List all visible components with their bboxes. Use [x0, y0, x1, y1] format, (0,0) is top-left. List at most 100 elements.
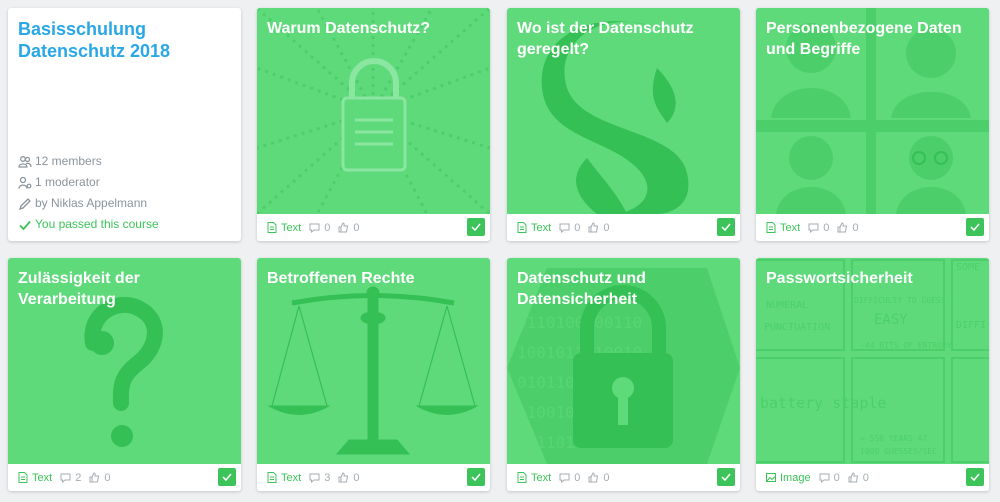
svg-text:0110100100110: 0110100100110: [517, 313, 642, 332]
document-icon: [18, 472, 28, 483]
comment-icon: [309, 473, 320, 483]
comment-stat[interactable]: 0: [559, 222, 580, 234]
course-info-card[interactable]: Basisschulung Datenschutz 2018 12 member…: [8, 8, 241, 241]
chapter-cover: Personenbezogene Daten und Begriffe: [756, 8, 989, 214]
chapter-card[interactable]: Betroffenen Rechte Text 3 0: [257, 258, 490, 491]
comment-count: 2: [75, 471, 82, 484]
image-icon: [766, 473, 776, 482]
chapter-card[interactable]: Zulässigkeit der Verarbeitung Text 2 0: [8, 258, 241, 491]
document-icon: [766, 222, 776, 233]
comment-icon: [309, 223, 320, 233]
chapter-card[interactable]: Warum Datenschutz? Text 0 0: [257, 8, 490, 241]
chapter-footer: Text 0 0: [507, 464, 740, 491]
completed-check-icon: [966, 218, 984, 236]
like-stat[interactable]: 0: [89, 472, 110, 484]
comment-count: 0: [823, 221, 830, 234]
chapter-title[interactable]: Wo ist der Datenschutz geregelt?: [517, 18, 732, 60]
comment-stat[interactable]: 3: [309, 472, 330, 484]
members-icon: [18, 155, 32, 168]
like-stat[interactable]: 0: [837, 222, 858, 234]
completed-check-icon: [966, 468, 984, 486]
chapter-footer: Image 0 0: [756, 464, 989, 491]
chapter-cover: Wo ist der Datenschutz geregelt?: [507, 8, 740, 214]
document-icon: [517, 222, 527, 233]
chapter-card[interactable]: NUMERAL PUNCTUATION DIFFICULTY TO GUESS:…: [756, 258, 989, 491]
course-title[interactable]: Basisschulung Datenschutz 2018: [18, 18, 218, 62]
chapter-title[interactable]: Zulässigkeit der Verarbeitung: [18, 268, 233, 310]
chapter-type-label: Text: [281, 471, 302, 484]
completed-check-icon: [717, 468, 735, 486]
moderator-count: 1 moderator: [35, 175, 100, 189]
like-count: 0: [104, 471, 111, 484]
chapter-type: Text: [267, 222, 301, 234]
comic-text: 1000 GUESSES/SEC: [860, 447, 937, 456]
document-icon: [517, 472, 527, 483]
comment-icon: [819, 473, 830, 483]
completed-check-icon: [717, 218, 735, 236]
chapter-cover: Zulässigkeit der Verarbeitung: [8, 258, 241, 464]
like-stat[interactable]: 0: [338, 222, 359, 234]
comment-stat[interactable]: 0: [819, 472, 840, 484]
members-count: 12 members: [35, 154, 102, 168]
chapter-footer: Text 0 0: [257, 214, 490, 241]
like-stat[interactable]: 0: [588, 472, 609, 484]
thumbs-up-icon: [338, 472, 349, 483]
chapter-footer: Text 3 0: [257, 464, 490, 491]
thumbs-up-icon: [89, 472, 100, 483]
comic-text: EASY: [874, 312, 908, 328]
comment-count: 0: [833, 471, 840, 484]
like-count: 0: [603, 221, 610, 234]
chapter-type: Image: [766, 472, 811, 484]
chapter-card[interactable]: Wo ist der Datenschutz geregelt? Text 0 …: [507, 8, 740, 241]
completed-check-icon: [467, 218, 485, 236]
comic-text: battery staple: [760, 394, 886, 412]
thumbs-up-icon: [588, 472, 599, 483]
moderator-row: 1 moderator: [18, 172, 159, 193]
chapter-title[interactable]: Datenschutz und Datensicherheit: [517, 268, 732, 310]
pencil-icon: [18, 197, 31, 210]
chapter-card[interactable]: Personenbezogene Daten und Begriffe Text…: [756, 8, 989, 241]
comic-text: ~44 BITS OF ENTROPY: [860, 341, 952, 350]
like-count: 0: [852, 221, 859, 234]
chapter-type-label: Text: [780, 221, 801, 234]
comment-stat[interactable]: 0: [559, 472, 580, 484]
chapter-type-label: Text: [531, 221, 552, 234]
thumbs-up-icon: [588, 222, 599, 233]
chapter-cover: 01101001001101001011010010 0101101001101…: [507, 258, 740, 464]
course-meta: 12 members 1 moderator by Niklas Appelma…: [18, 151, 159, 235]
completed-check-icon: [467, 468, 485, 486]
chapter-title[interactable]: Betroffenen Rechte: [267, 268, 482, 289]
moderator-icon: [18, 176, 32, 189]
author-row: by Niklas Appelmann: [18, 193, 159, 214]
chapter-card[interactable]: 01101001001101001011010010 0101101001101…: [507, 258, 740, 491]
course-author: by Niklas Appelmann: [35, 196, 148, 210]
thumbs-up-icon: [837, 222, 848, 233]
chapter-type: Text: [267, 472, 301, 484]
comic-text: DIFFICULTY TO GUESS:: [854, 296, 950, 305]
like-stat[interactable]: 0: [848, 472, 869, 484]
like-stat[interactable]: 0: [338, 472, 359, 484]
check-icon: [19, 220, 31, 230]
comment-icon: [60, 473, 71, 483]
chapter-title[interactable]: Warum Datenschutz?: [267, 18, 482, 39]
chapter-title[interactable]: Passwortsicherheit: [766, 268, 981, 289]
comment-stat[interactable]: 2: [60, 472, 81, 484]
chapter-type-label: Text: [531, 471, 552, 484]
comment-stat[interactable]: 0: [808, 222, 829, 234]
chapter-footer: Text 2 0: [8, 464, 241, 491]
like-stat[interactable]: 0: [588, 222, 609, 234]
document-icon: [267, 472, 277, 483]
chapter-type: Text: [517, 222, 551, 234]
comment-count: 0: [324, 221, 331, 234]
chapter-cover: Warum Datenschutz?: [257, 8, 490, 214]
chapter-footer: Text 0 0: [756, 214, 989, 241]
like-count: 0: [353, 221, 360, 234]
completed-check-icon: [218, 468, 236, 486]
thumbs-up-icon: [848, 472, 858, 483]
members-row[interactable]: 12 members: [18, 151, 159, 172]
comment-icon: [808, 223, 819, 233]
comment-stat[interactable]: 0: [309, 222, 330, 234]
chapter-type-label: Text: [281, 221, 302, 234]
comic-text: PUNCTUATION: [764, 322, 830, 333]
chapter-title[interactable]: Personenbezogene Daten und Begriffe: [766, 18, 981, 60]
